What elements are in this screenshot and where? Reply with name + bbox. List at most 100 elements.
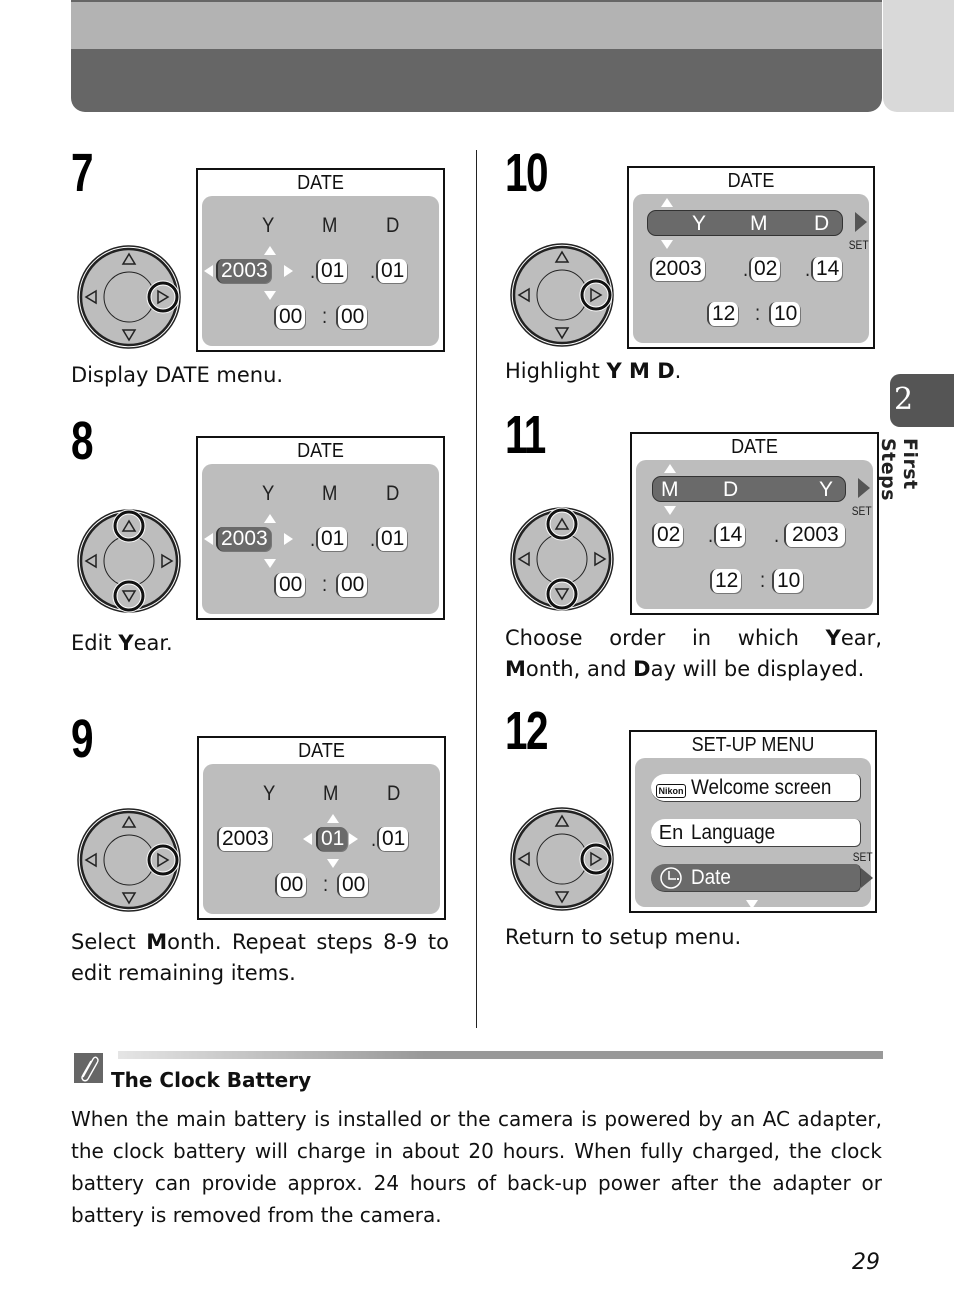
header-band-dark	[71, 49, 882, 112]
multi-selector-dial-icon	[76, 508, 182, 614]
header-d: D	[387, 782, 401, 805]
screen-panel: Y M D 2003 . 01 . 01 00 : 00	[202, 464, 439, 614]
paperclip-note-icon	[74, 1053, 103, 1083]
value-field-1[interactable]: 02	[652, 523, 684, 547]
menu-item-welcome-screen[interactable]: Nikon Welcome screen	[651, 774, 861, 802]
minute-field[interactable]: 00	[336, 305, 368, 329]
arrow-left-icon	[303, 833, 312, 845]
screen-panel: M D Y SET 02 . 14 . 2003 12 : 10	[636, 460, 873, 609]
multi-selector-dial-icon	[509, 806, 615, 912]
screen-title: DATE	[731, 436, 778, 458]
screen-title: SET-UP MENU	[691, 734, 815, 756]
multi-selector-dial-icon	[509, 242, 615, 348]
step-7-caption: Display DATE menu.	[71, 363, 284, 387]
header-corner-tab	[883, 0, 954, 112]
scroll-down-icon[interactable]	[746, 900, 758, 909]
day-field[interactable]: 01	[376, 259, 408, 283]
minute-field[interactable]: 10	[772, 569, 804, 593]
date-order-selector[interactable]: Y M D	[647, 210, 843, 236]
arrow-down-icon	[664, 506, 676, 515]
note-rule	[118, 1051, 883, 1059]
hour-field[interactable]: 12	[710, 569, 742, 593]
header-d: D	[386, 214, 400, 237]
set-arrow-icon	[861, 868, 873, 888]
screen-panel: Y M D 2003 01 . 01 00 : 00	[203, 764, 440, 914]
value-field-2[interactable]: 02	[749, 257, 781, 281]
screen-title: DATE	[727, 170, 775, 192]
header-y: Y	[262, 482, 275, 505]
column-divider	[476, 150, 477, 1028]
step-12-caption: Return to setup menu.	[505, 925, 742, 949]
date-screen: DATE Y M D 2003 . 01 . 01 00 : 00	[196, 436, 445, 620]
set-arrow-icon	[858, 478, 870, 498]
value-field-3[interactable]: 2003	[784, 523, 845, 547]
header-d: D	[386, 482, 400, 505]
chapter-title: First Steps	[877, 438, 921, 502]
month-field[interactable]: 01	[316, 527, 348, 551]
date-screen: DATE Y M D SET 2003 . 02 . 14 12 : 10	[627, 166, 875, 349]
multi-selector-dial-icon	[76, 244, 182, 350]
arrow-up-icon	[327, 814, 339, 823]
note-body: When the main battery is installed or th…	[71, 1107, 882, 1227]
date-screen: DATE Y M D 2003 . 01 . 01 00 : 00	[196, 168, 445, 352]
day-field[interactable]: 01	[377, 827, 409, 851]
arrow-up-icon	[264, 514, 276, 523]
month-field[interactable]: 01	[316, 259, 348, 283]
arrow-right-icon	[284, 533, 293, 545]
hour-field[interactable]: 00	[274, 573, 306, 597]
year-field[interactable]: 2003	[216, 527, 271, 551]
hour-field[interactable]: 00	[275, 873, 307, 897]
arrow-up-icon	[264, 246, 276, 255]
set-label: SET	[848, 238, 869, 252]
screen-title: DATE	[298, 740, 345, 762]
screen-panel: Nikon Welcome screen En Language SET Dat…	[635, 758, 873, 909]
year-field[interactable]: 2003	[217, 827, 272, 851]
menu-item-date[interactable]: Date	[651, 864, 861, 892]
step-10-caption: Highlight Y M D.	[505, 359, 682, 383]
value-field-1[interactable]: 2003	[650, 257, 705, 281]
clock-icon	[653, 865, 689, 891]
value-field-2[interactable]: 14	[714, 523, 746, 547]
month-field[interactable]: 01	[316, 827, 348, 851]
arrow-right-icon	[284, 265, 293, 277]
minute-field[interactable]: 00	[337, 873, 369, 897]
hour-field[interactable]: 00	[274, 305, 306, 329]
step-9-number: 9	[71, 709, 94, 769]
value-field-3[interactable]: 14	[811, 257, 843, 281]
arrow-left-icon	[204, 533, 213, 545]
screen-panel: Y M D 2003 . 01 . 01 00 : 00	[202, 196, 439, 346]
nikon-icon: Nikon	[653, 775, 689, 801]
step-8-caption: Edit Year.	[71, 631, 173, 655]
set-arrow-icon	[855, 212, 867, 232]
header-y: Y	[263, 782, 276, 805]
arrow-down-icon	[661, 240, 673, 249]
year-field[interactable]: 2003	[216, 259, 271, 283]
arrow-left-icon	[204, 265, 213, 277]
minute-field[interactable]: 10	[769, 302, 801, 326]
step-11-number: 11	[505, 405, 546, 465]
minute-field[interactable]: 00	[336, 573, 368, 597]
menu-item-language[interactable]: En Language	[651, 819, 861, 847]
header-m: M	[322, 214, 338, 237]
date-screen: DATE M D Y SET 02 . 14 . 2003 12 : 10	[630, 432, 879, 615]
chapter-tab: 2	[890, 374, 954, 427]
step-11-caption: Choose order in which Year, Month, and D…	[505, 626, 882, 681]
arrow-down-icon	[264, 559, 276, 568]
date-order-selector[interactable]: M D Y	[652, 476, 846, 502]
hour-field[interactable]: 12	[707, 302, 739, 326]
page-number: 29	[852, 1250, 880, 1275]
arrow-down-icon	[327, 859, 339, 868]
screen-panel: Y M D SET 2003 . 02 . 14 12 : 10	[633, 194, 869, 343]
chapter-number: 2	[894, 382, 914, 417]
language-en-icon: En	[653, 820, 689, 846]
arrow-right-icon	[349, 833, 358, 845]
header-m: M	[322, 482, 338, 505]
setup-menu-screen: SET-UP MENU Nikon Welcome screen En Lang…	[629, 730, 877, 913]
note-title: The Clock Battery	[111, 1068, 312, 1092]
header-m: M	[323, 782, 339, 805]
set-label: SET	[851, 504, 872, 518]
multi-selector-dial-icon	[76, 807, 182, 913]
day-field[interactable]: 01	[376, 527, 408, 551]
screen-title: DATE	[297, 172, 344, 194]
set-label: SET	[852, 850, 873, 864]
